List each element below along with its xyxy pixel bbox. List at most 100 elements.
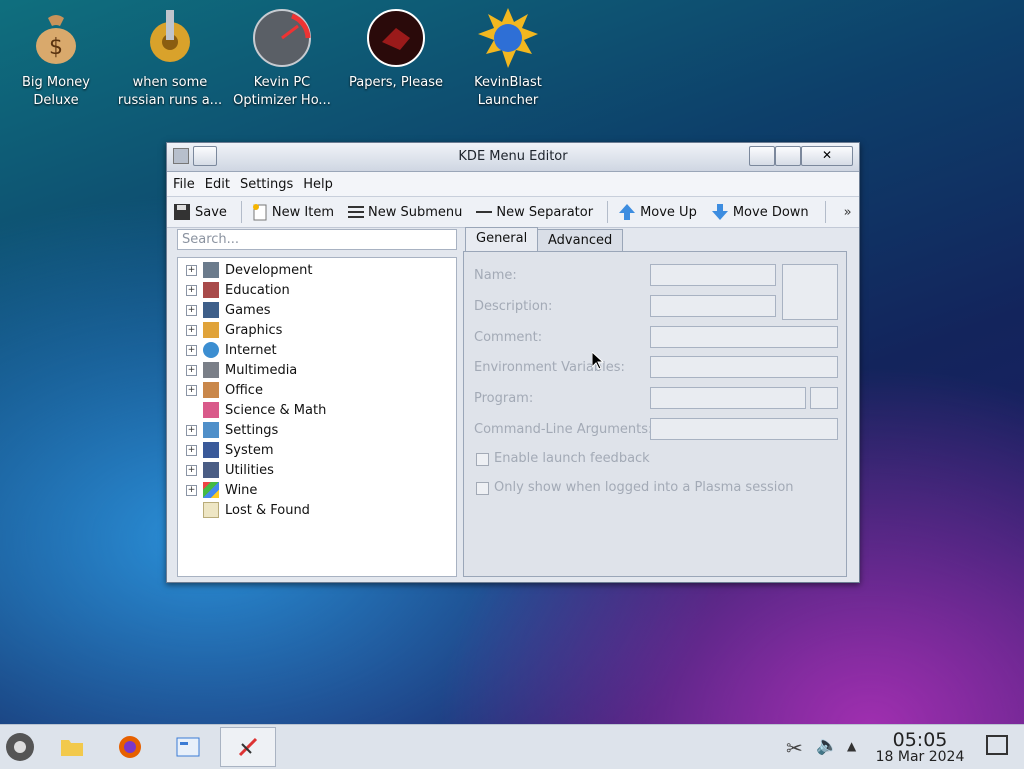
tree-item-multimedia[interactable]: + Multimedia xyxy=(178,360,297,380)
expand-icon[interactable]: + xyxy=(186,424,197,436)
clock-date[interactable]: 18 Mar 2024 xyxy=(870,749,970,765)
firefox-icon xyxy=(119,736,141,758)
tray-expand-icon[interactable]: ▲ xyxy=(847,739,856,753)
move-down-button[interactable]: Move Down xyxy=(711,203,809,221)
separator-line-icon xyxy=(476,211,493,213)
new-item-button[interactable]: New Item xyxy=(252,203,334,221)
expand-icon[interactable]: + xyxy=(186,284,197,296)
expand-icon[interactable]: + xyxy=(186,364,197,376)
menu-help[interactable]: Help xyxy=(303,177,333,192)
office-icon xyxy=(203,382,219,398)
tree-item-settings[interactable]: + Settings xyxy=(178,420,278,440)
program-label: Program: xyxy=(474,391,534,406)
firefox-button[interactable] xyxy=(112,729,148,765)
new-separator-button[interactable]: New Separator xyxy=(476,205,593,220)
tab-general[interactable]: General xyxy=(465,227,539,252)
tree-item-office[interactable]: + Office xyxy=(178,380,263,400)
expand-icon[interactable]: + xyxy=(186,464,197,476)
menu-edit[interactable]: Edit xyxy=(205,177,230,192)
mouse-cursor-icon xyxy=(592,352,604,370)
desktop-icon-label: Papers, Please xyxy=(348,75,444,90)
plasma-only-label: Only show when logged into a Plasma sess… xyxy=(494,480,794,495)
maximize-button[interactable] xyxy=(775,146,801,166)
wine-icon xyxy=(203,482,219,498)
expand-icon[interactable]: + xyxy=(186,384,197,396)
move-up-button[interactable]: Move Up xyxy=(618,203,697,221)
development-icon xyxy=(203,262,219,278)
toolbar-separator xyxy=(240,201,242,223)
tree-item-graphics[interactable]: + Graphics xyxy=(178,320,282,340)
desktop-icon-kevinblast[interactable]: KevinBlast Launcher xyxy=(453,8,563,110)
settings-icon xyxy=(203,422,219,438)
comment-field[interactable] xyxy=(650,326,838,348)
new-submenu-button[interactable]: New Submenu xyxy=(348,205,462,220)
tree-item-lost-found[interactable]: Lost & Found xyxy=(178,500,310,520)
desktop-icon-big-money[interactable]: $ Big Money Deluxe xyxy=(1,8,111,110)
arrow-down-icon xyxy=(711,204,728,220)
desktop-icon-papers-please[interactable]: Papers, Please xyxy=(341,8,451,92)
tree-item-system[interactable]: + System xyxy=(178,440,273,460)
menu-tree: + Development + Education + Games + Grap… xyxy=(177,257,457,577)
args-field[interactable] xyxy=(650,418,838,440)
tree-item-science-math[interactable]: Science & Math xyxy=(178,400,326,420)
menu-file[interactable]: File xyxy=(173,177,195,192)
launch-feedback-checkbox[interactable] xyxy=(476,453,489,466)
expand-icon[interactable]: + xyxy=(186,344,197,356)
tree-item-education[interactable]: + Education xyxy=(178,280,290,300)
clock-time[interactable]: 05:05 xyxy=(876,729,964,751)
tree-item-utilities[interactable]: + Utilities xyxy=(178,460,274,480)
desktop-icon-russian[interactable]: when some russian runs a... xyxy=(115,8,225,110)
menu-bar: File Edit Settings Help xyxy=(167,172,859,197)
settings-window-icon xyxy=(176,737,200,757)
volume-icon[interactable]: 🔈 xyxy=(816,735,838,756)
money-bag-icon: $ xyxy=(36,15,76,64)
env-vars-field[interactable] xyxy=(650,356,838,378)
sun-globe-icon xyxy=(478,8,538,68)
expand-icon[interactable]: + xyxy=(186,324,197,336)
expand-icon[interactable]: + xyxy=(186,444,197,456)
clipboard-icon[interactable]: ✂ xyxy=(786,736,803,760)
tree-item-wine[interactable]: + Wine xyxy=(178,480,257,500)
gear-icon xyxy=(150,10,190,62)
expand-icon[interactable]: + xyxy=(186,304,197,316)
toolbar-overflow-button[interactable]: » xyxy=(844,205,852,220)
tree-item-games[interactable]: + Games xyxy=(178,300,270,320)
file-manager-button[interactable] xyxy=(54,729,90,765)
desktop-icon-kevin-pc[interactable]: Kevin PC Optimizer Ho... xyxy=(227,8,337,110)
expand-icon[interactable]: + xyxy=(186,264,197,276)
name-field[interactable] xyxy=(650,264,776,286)
show-desktop-button[interactable] xyxy=(986,735,1008,755)
plasma-only-checkbox[interactable] xyxy=(476,482,489,495)
desktop-icon-label: KevinBlast Launcher xyxy=(474,75,542,108)
description-field[interactable] xyxy=(650,295,776,317)
general-tab-panel: Name: Description: Comment: Environment … xyxy=(463,251,847,577)
expand-icon[interactable]: + xyxy=(186,484,197,496)
menu-editor-task-button[interactable] xyxy=(220,727,276,767)
desktop-icon-label: Kevin PC Optimizer Ho... xyxy=(233,75,331,108)
description-label: Description: xyxy=(474,299,553,314)
close-icon: ✕ xyxy=(821,148,833,162)
properties-pane: General Advanced Name: Description: Comm… xyxy=(463,227,849,577)
tree-item-development[interactable]: + Development xyxy=(178,260,313,280)
lost-found-icon xyxy=(203,502,219,518)
minimize-button[interactable] xyxy=(749,146,775,166)
app-launcher-button[interactable] xyxy=(2,729,38,765)
tab-advanced[interactable]: Advanced xyxy=(537,229,624,252)
args-label: Command-Line Arguments: xyxy=(474,422,653,437)
save-button[interactable]: Save xyxy=(173,203,227,221)
speedometer-icon xyxy=(253,9,311,67)
browse-program-button[interactable] xyxy=(810,387,838,409)
svg-text:$: $ xyxy=(49,35,63,60)
program-field[interactable] xyxy=(650,387,806,409)
menu-settings[interactable]: Settings xyxy=(240,177,293,192)
multimedia-icon xyxy=(203,362,219,378)
toolbar-separator xyxy=(607,201,609,223)
search-input[interactable]: Search... xyxy=(177,229,457,250)
education-icon xyxy=(203,282,219,298)
title-bar[interactable]: KDE Menu Editor ✕ xyxy=(167,143,859,172)
close-button[interactable]: ✕ xyxy=(801,146,853,166)
tree-item-internet[interactable]: + Internet xyxy=(178,340,277,360)
desktop-icon-label: Big Money Deluxe xyxy=(21,75,90,108)
system-settings-button[interactable] xyxy=(170,729,206,765)
icon-button[interactable] xyxy=(782,264,838,320)
